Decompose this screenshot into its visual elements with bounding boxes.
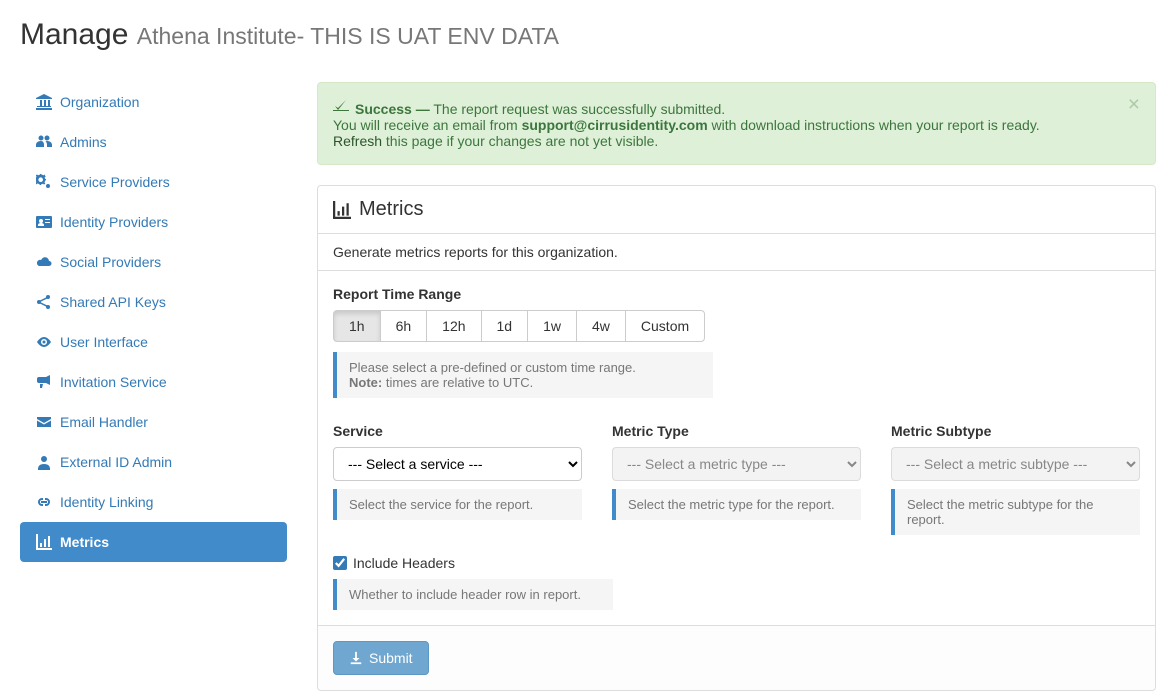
- alert-line3-suffix: this page if your changes are not yet vi…: [382, 133, 658, 149]
- metric-type-label: Metric Type: [612, 423, 861, 439]
- success-label: Success —: [355, 101, 430, 117]
- bar-chart-icon: [36, 534, 52, 550]
- include-headers-checkbox[interactable]: [333, 556, 347, 570]
- download-icon: [349, 651, 363, 665]
- sidebar-item-label: Identity Linking: [60, 494, 153, 510]
- sidebar-item-label: Email Handler: [60, 414, 148, 430]
- sidebar-item-label: External ID Admin: [60, 454, 172, 470]
- time-range-12h[interactable]: 12h: [426, 310, 481, 342]
- sidebar-item-label: Admins: [60, 134, 107, 150]
- sidebar-item-label: Shared API Keys: [60, 294, 166, 310]
- sidebar-item-identity-providers[interactable]: Identity Providers: [20, 202, 287, 242]
- time-range-1w[interactable]: 1w: [527, 310, 577, 342]
- sidebar-item-label: Metrics: [60, 534, 109, 550]
- envelope-icon: [36, 414, 52, 430]
- metric-type-help: Select the metric type for the report.: [612, 489, 861, 520]
- time-range-1h[interactable]: 1h: [333, 310, 381, 342]
- service-label: Service: [333, 423, 582, 439]
- include-headers-help: Whether to include header row in report.: [333, 579, 613, 610]
- alert-line2-prefix: You will receive an email from: [333, 117, 522, 133]
- success-alert: × Success — The report request was succe…: [317, 82, 1156, 165]
- panel-description: Generate metrics reports for this organi…: [318, 234, 1155, 271]
- page-title: Manage: [20, 18, 128, 51]
- metrics-panel: Metrics Generate metrics reports for thi…: [317, 185, 1156, 691]
- sidebar-item-service-providers[interactable]: Service Providers: [20, 162, 287, 202]
- submit-button[interactable]: Submit: [333, 641, 429, 675]
- metric-type-select[interactable]: --- Select a metric type ---: [612, 447, 861, 481]
- service-help: Select the service for the report.: [333, 489, 582, 520]
- time-range-4w[interactable]: 4w: [576, 310, 626, 342]
- service-select[interactable]: --- Select a service ---: [333, 447, 582, 481]
- bar-chart-icon: [333, 201, 351, 219]
- sidebar-item-user-interface[interactable]: User Interface: [20, 322, 287, 362]
- cloud-icon: [36, 254, 52, 270]
- sidebar-item-email-handler[interactable]: Email Handler: [20, 402, 287, 442]
- metric-subtype-help: Select the metric subtype for the report…: [891, 489, 1140, 535]
- panel-title: Metrics: [359, 198, 423, 221]
- time-range-label: Report Time Range: [333, 286, 1140, 302]
- sidebar-item-admins[interactable]: Admins: [20, 122, 287, 162]
- page-subtitle: Athena Institute- THIS IS UAT ENV DATA: [137, 23, 559, 49]
- sidebar-item-label: Identity Providers: [60, 214, 168, 230]
- sidebar-item-invitation-service[interactable]: Invitation Service: [20, 362, 287, 402]
- sidebar-item-label: User Interface: [60, 334, 148, 350]
- sidebar-item-external-id-admin[interactable]: External ID Admin: [20, 442, 287, 482]
- time-range-1d[interactable]: 1d: [481, 310, 529, 342]
- metric-subtype-select[interactable]: --- Select a metric subtype ---: [891, 447, 1140, 481]
- page-header: Manage Athena Institute- THIS IS UAT ENV…: [20, 0, 1156, 62]
- users-icon: [36, 134, 52, 150]
- institution-icon: [36, 94, 52, 110]
- sidebar-item-organization[interactable]: Organization: [20, 82, 287, 122]
- sidebar-item-label: Social Providers: [60, 254, 161, 270]
- sidebar-item-label: Invitation Service: [60, 374, 167, 390]
- alert-close-button[interactable]: ×: [1128, 93, 1140, 117]
- sidebar-item-metrics[interactable]: Metrics: [20, 522, 287, 562]
- sidebar: Organization Admins Service Providers Id…: [20, 82, 287, 691]
- include-headers-label: Include Headers: [353, 555, 455, 571]
- sidebar-item-label: Service Providers: [60, 174, 170, 190]
- alert-line2-suffix: with download instructions when your rep…: [708, 117, 1040, 133]
- sidebar-item-identity-linking[interactable]: Identity Linking: [20, 482, 287, 522]
- alert-message: The report request was successfully subm…: [433, 101, 725, 117]
- check-icon: [333, 98, 349, 114]
- eye-icon: [36, 334, 52, 350]
- share-icon: [36, 294, 52, 310]
- time-range-custom[interactable]: Custom: [625, 310, 705, 342]
- cogs-icon: [36, 174, 52, 190]
- sidebar-item-shared-api-keys[interactable]: Shared API Keys: [20, 282, 287, 322]
- time-range-help: Please select a pre-defined or custom ti…: [333, 352, 713, 398]
- time-range-6h[interactable]: 6h: [380, 310, 428, 342]
- id-card-icon: [36, 214, 52, 230]
- sidebar-item-label: Organization: [60, 94, 139, 110]
- sidebar-item-social-providers[interactable]: Social Providers: [20, 242, 287, 282]
- user-icon: [36, 454, 52, 470]
- time-range-group: 1h 6h 12h 1d 1w 4w Custom: [333, 310, 1140, 342]
- alert-email: support@cirrusidentity.com: [522, 117, 708, 133]
- metric-subtype-label: Metric Subtype: [891, 423, 1140, 439]
- bullhorn-icon: [36, 374, 52, 390]
- link-icon: [36, 494, 52, 510]
- refresh-link[interactable]: Refresh: [333, 133, 382, 149]
